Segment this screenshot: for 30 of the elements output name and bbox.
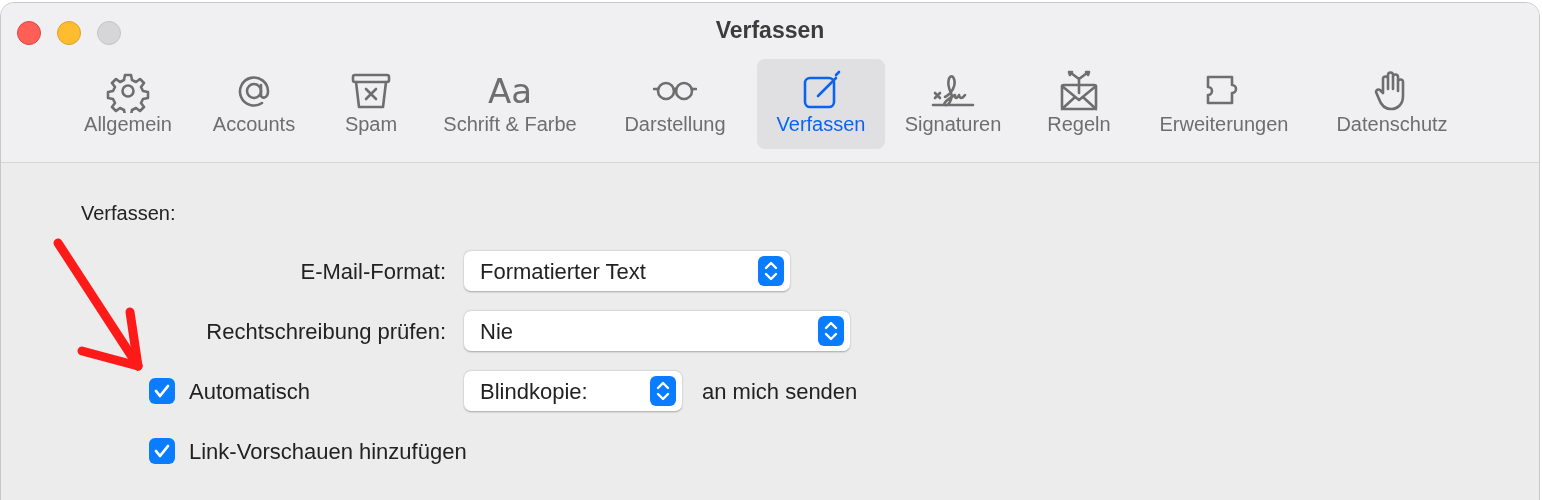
window-title: Verfassen	[715, 16, 825, 45]
close-button[interactable]	[17, 21, 41, 45]
stepper-chevrons-icon	[758, 256, 784, 286]
checkmark-icon	[154, 444, 170, 458]
setting-label: Automatisch	[189, 377, 312, 406]
toolbar-tab[interactable]: Verfassen	[757, 59, 885, 149]
checkmark-icon	[154, 384, 170, 398]
setting-label: Rechtschreibung prüfen:	[205, 317, 447, 346]
toolbar-tab[interactable]: Accounts	[193, 59, 315, 149]
minimize-button[interactable]	[57, 21, 81, 45]
toolbar-tab[interactable]: Aa Schrift & Farbe	[427, 59, 593, 149]
stepper-chevrons-icon	[650, 376, 676, 406]
setting-label: an mich senden	[702, 377, 858, 406]
section-title: Verfassen:	[81, 201, 177, 226]
stepper-chevrons-icon	[818, 316, 844, 346]
toolbar-tab[interactable]: Signaturen	[885, 59, 1021, 149]
toolbar-tab[interactable]: Allgemein	[63, 59, 193, 149]
toolbar-tab[interactable]: Regeln	[1021, 59, 1137, 149]
toolbar-tab[interactable]: Erweiterungen	[1137, 59, 1311, 149]
toolbar-tab[interactable]: Darstellung	[593, 59, 757, 149]
popup-button[interactable]: Formatierter Text	[464, 251, 790, 291]
toolbar-tab[interactable]: Spam	[315, 59, 427, 149]
checkbox[interactable]	[149, 438, 175, 464]
toolbar-tab[interactable]: Datenschutz	[1311, 59, 1473, 149]
setting-label: Link-Vorschauen hinzufügen	[189, 437, 467, 466]
font-letters-icon: Aa	[487, 69, 533, 113]
checkbox[interactable]	[149, 378, 175, 404]
setting-label: E-Mail-Format:	[299, 257, 447, 286]
popup-button[interactable]: Blindkopie:	[464, 371, 682, 411]
popup-button[interactable]: Nie	[464, 311, 850, 351]
